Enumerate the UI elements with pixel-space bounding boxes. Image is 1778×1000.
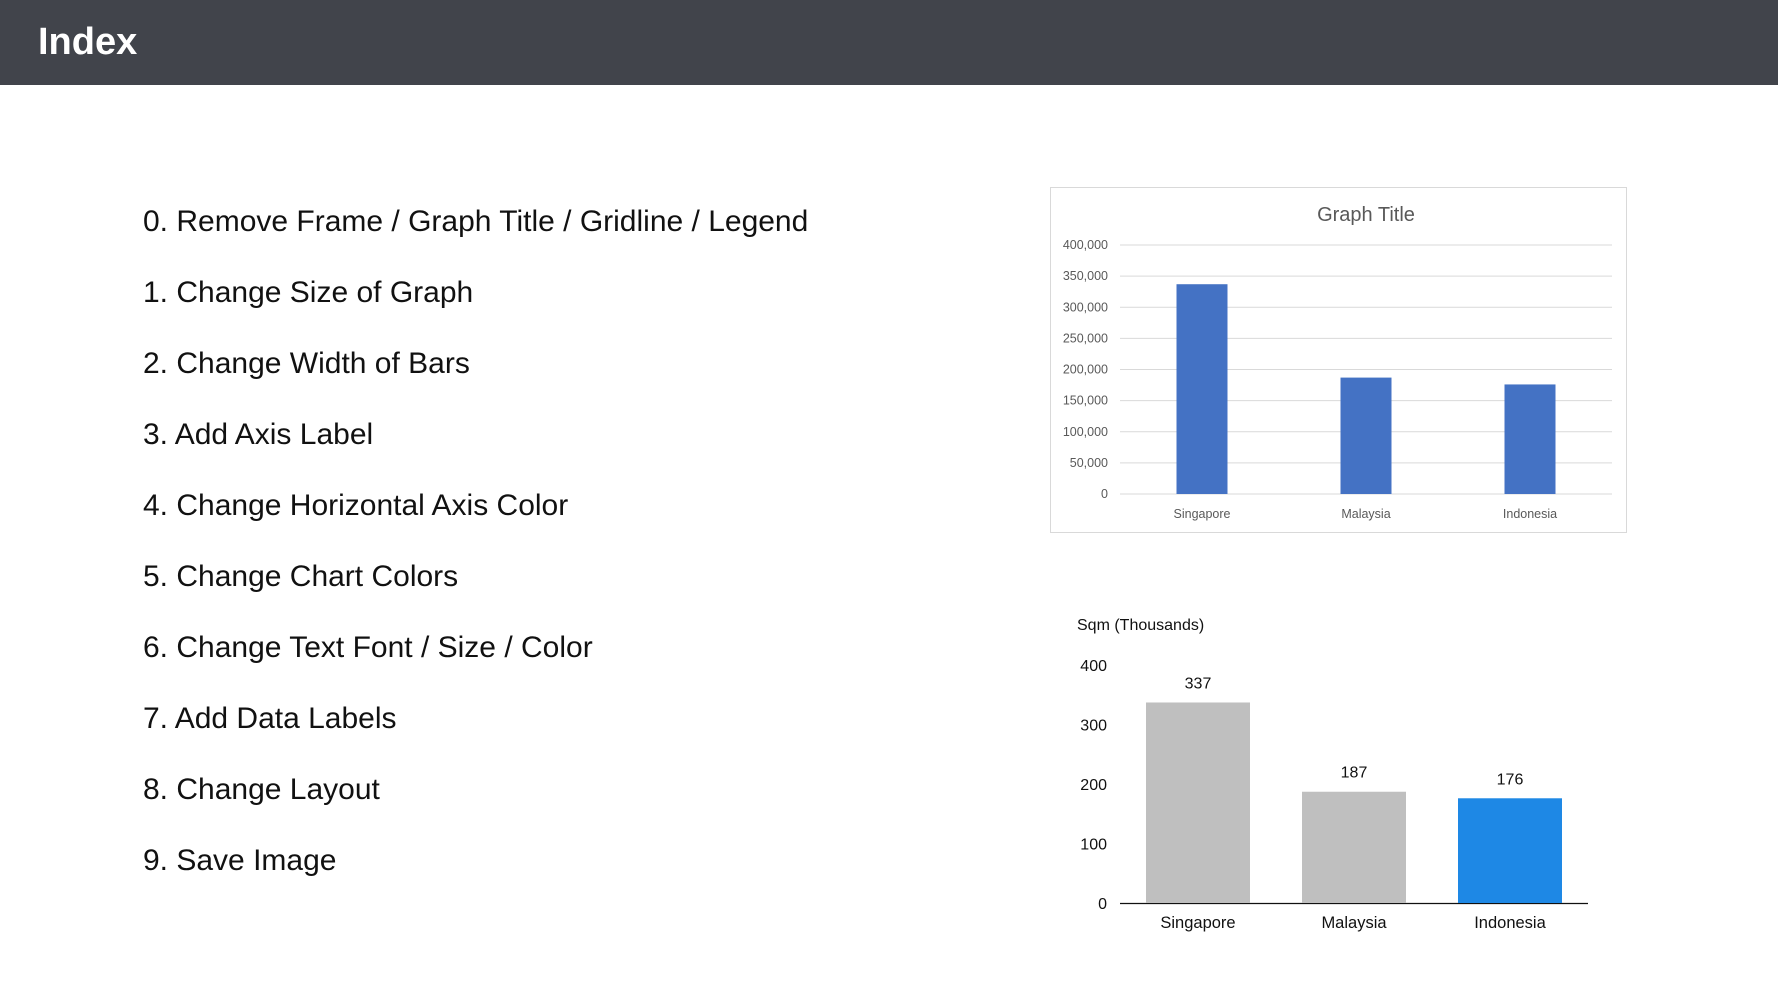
- bar-malaysia: [1340, 377, 1392, 494]
- x-tick-label-malaysia: Malaysia: [1321, 914, 1387, 932]
- y-tick-label-1: 50,000: [1070, 456, 1108, 470]
- bar-indonesia: [1458, 798, 1562, 903]
- index-item-9: 9. Save Image: [143, 844, 337, 877]
- y-axis-label: Sqm (Thousands): [1077, 617, 1204, 634]
- index-item-6: 6. Change Text Font / Size / Color: [143, 631, 593, 664]
- index-item-0: 0. Remove Frame / Graph Title / Gridline…: [143, 205, 809, 238]
- y-tick-label-3: 300: [1080, 718, 1107, 735]
- index-item-2: 2. Change Width of Bars: [143, 347, 470, 380]
- index-item-1: 1. Change Size of Graph: [143, 276, 474, 309]
- y-tick-label-4: 400: [1080, 658, 1107, 675]
- x-tick-label-singapore: Singapore: [1174, 507, 1231, 521]
- y-tick-label-1: 100: [1080, 837, 1107, 854]
- y-tick-label-7: 350,000: [1063, 269, 1108, 283]
- y-tick-label-2: 200: [1080, 777, 1107, 794]
- data-label-indonesia: 176: [1497, 771, 1524, 788]
- header-bar: Index: [0, 0, 1778, 85]
- y-tick-label-6: 300,000: [1063, 300, 1108, 314]
- x-tick-label-malaysia: Malaysia: [1341, 507, 1390, 521]
- bar-indonesia: [1504, 384, 1556, 494]
- bar-malaysia: [1302, 791, 1406, 903]
- bar-singapore: [1176, 284, 1228, 494]
- data-label-malaysia: 187: [1341, 765, 1368, 782]
- data-label-singapore: 337: [1185, 675, 1212, 692]
- index-item-4: 4. Change Horizontal Axis Color: [143, 489, 569, 522]
- index-item-5: 5. Change Chart Colors: [143, 560, 459, 593]
- styled-bar-chart: Sqm (Thousands) 0 100 200 300 400 337 Singapore…: [1077, 617, 1588, 932]
- index-item-3: 3. Add Axis Label: [143, 418, 374, 451]
- chart-title: Graph Title: [1317, 204, 1415, 226]
- y-tick-label-0: 0: [1098, 896, 1107, 913]
- x-tick-label-indonesia: Indonesia: [1474, 914, 1546, 932]
- y-tick-label-5: 250,000: [1063, 331, 1108, 345]
- index-item-7: 7. Add Data Labels: [143, 702, 397, 735]
- original-bar-chart: Graph Title 0 50,000 100,000 150,000 200,000 2…: [1050, 187, 1627, 533]
- y-tick-label-8: 400,000: [1063, 238, 1108, 252]
- y-tick-label-0: 0: [1101, 487, 1108, 501]
- index-item-8: 8. Change Layout: [143, 773, 380, 806]
- page-title: Index: [38, 21, 138, 63]
- x-tick-label-singapore: Singapore: [1160, 914, 1235, 932]
- y-tick-label-2: 100,000: [1063, 425, 1108, 439]
- y-tick-label-4: 200,000: [1063, 363, 1108, 377]
- bar-singapore: [1146, 702, 1250, 903]
- y-tick-label-3: 150,000: [1063, 394, 1108, 408]
- x-tick-label-indonesia: Indonesia: [1503, 507, 1557, 521]
